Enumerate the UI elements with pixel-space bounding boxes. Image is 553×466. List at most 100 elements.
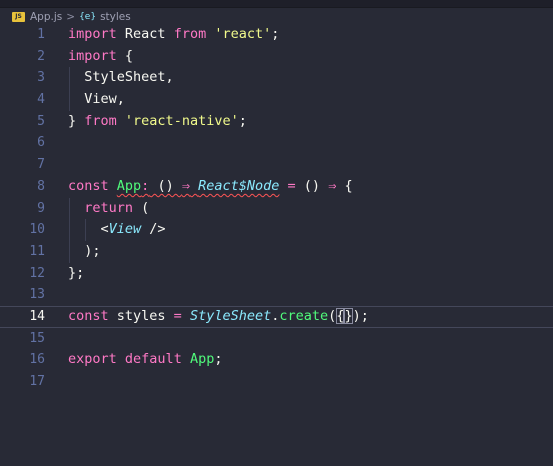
code-line[interactable]: 17: [0, 371, 553, 393]
code-token: (: [133, 199, 150, 216]
code-token: App: [189, 351, 215, 368]
code-line[interactable]: 15: [0, 328, 553, 350]
code-token: default: [124, 351, 182, 368]
code-token: }: [344, 307, 353, 324]
code-token: React$Node: [198, 177, 280, 194]
line-number: 17: [29, 374, 45, 389]
line-number: 13: [29, 287, 45, 303]
code-token: StyleSheet: [189, 307, 272, 324]
code-line[interactable]: 6: [0, 132, 553, 154]
code-token: create: [279, 307, 329, 324]
code-token: import: [68, 47, 117, 64]
code-token: View,: [68, 91, 125, 108]
title-bar-strip: [0, 0, 553, 8]
code-line[interactable]: 4 View,: [0, 89, 553, 111]
code-token: <: [68, 221, 109, 238]
line-number: 1: [37, 27, 45, 42]
symbol-variable-icon: {e}: [79, 11, 97, 22]
code-editor[interactable]: 1 import React from 'react'; 2 import {3 St…: [0, 24, 553, 393]
code-token: export: [68, 351, 117, 368]
code-line[interactable]: 9 return (: [0, 197, 553, 220]
code-token: ⇒: [181, 177, 190, 194]
code-token: App: [116, 177, 142, 194]
code-line[interactable]: 1 import React from 'react';: [0, 24, 553, 46]
code-text: } from 'react-native';: [68, 111, 247, 133]
code-token: {: [336, 177, 353, 194]
code-line-current[interactable]: 14 const styles = StyleSheet.create({});: [0, 305, 553, 328]
line-number: 7: [37, 157, 45, 173]
code-text: return (: [68, 198, 149, 220]
code-token: );: [352, 307, 369, 324]
line-number: 5: [37, 113, 45, 129]
code-token: const: [68, 307, 109, 324]
code-text: export default App;: [68, 349, 223, 371]
code-text: import {: [68, 46, 133, 68]
code-line[interactable]: 10 <View />: [0, 219, 553, 241]
line-number: 8: [37, 178, 45, 194]
code-line[interactable]: 2 import {: [0, 46, 553, 68]
code-token: }: [68, 112, 85, 129]
code-token: React: [116, 26, 174, 42]
line-number: 3: [37, 70, 45, 86]
code-token: styles: [108, 307, 174, 324]
code-line[interactable]: 12};: [0, 263, 553, 285]
code-text: );: [68, 241, 100, 263]
line-number: 11: [29, 243, 45, 259]
code-token: />: [141, 221, 166, 238]
code-line[interactable]: 13: [0, 284, 553, 306]
code-text: View,: [68, 89, 125, 111]
code-token: 'react-native': [124, 112, 239, 129]
code-text: };: [68, 263, 84, 285]
code-line[interactable]: 7: [0, 154, 553, 176]
breadcrumb-separator: >: [66, 10, 76, 23]
code-token: =: [173, 307, 182, 324]
code-line[interactable]: 11 );: [0, 240, 553, 263]
breadcrumb: JS App.js > {e} styles: [0, 8, 553, 25]
breadcrumb-file[interactable]: App.js: [30, 11, 62, 23]
code-token: from: [84, 112, 117, 129]
code-line[interactable]: 5} from 'react-native';: [0, 111, 553, 133]
line-number: 2: [37, 48, 45, 64]
code-token: return: [84, 199, 134, 216]
line-number: 9: [37, 200, 45, 216]
code-line[interactable]: 8 const App: () ⇒ React$Node = () ⇒ {: [0, 176, 553, 198]
line-number: 15: [29, 330, 45, 346]
line-number: 12: [29, 265, 45, 281]
code-token: (): [149, 177, 182, 194]
code-token: ;: [271, 26, 280, 42]
code-text: const App: () ⇒ React$Node = () ⇒ {: [68, 176, 353, 198]
code-token: (): [295, 177, 329, 194]
line-number: 6: [37, 135, 45, 151]
code-line[interactable]: 3 StyleSheet,: [0, 67, 553, 90]
code-token: View: [108, 221, 142, 238]
code-text: import React from 'react';: [68, 24, 279, 46]
code-text: <View />: [68, 219, 166, 241]
code-token: };: [68, 264, 85, 281]
code-text: StyleSheet,: [68, 67, 174, 89]
code-text: const styles = StyleSheet.create({});: [68, 306, 369, 328]
line-number: 16: [29, 352, 45, 368]
line-number: 10: [29, 222, 45, 238]
code-token: =: [287, 177, 296, 194]
code-token: ;: [238, 112, 247, 129]
js-file-icon: JS: [12, 11, 25, 22]
code-token: StyleSheet,: [68, 69, 174, 86]
code-token: from: [173, 26, 207, 42]
code-token: {: [116, 47, 134, 64]
code-token: ;: [214, 351, 223, 368]
line-number: 14: [29, 308, 45, 324]
code-line[interactable]: 16 export default App;: [0, 349, 553, 371]
code-token: const: [68, 177, 109, 194]
code-token: import: [68, 26, 117, 42]
line-number: 4: [37, 92, 45, 108]
breadcrumb-symbol[interactable]: styles: [100, 11, 131, 23]
code-token: 'react': [214, 26, 272, 42]
